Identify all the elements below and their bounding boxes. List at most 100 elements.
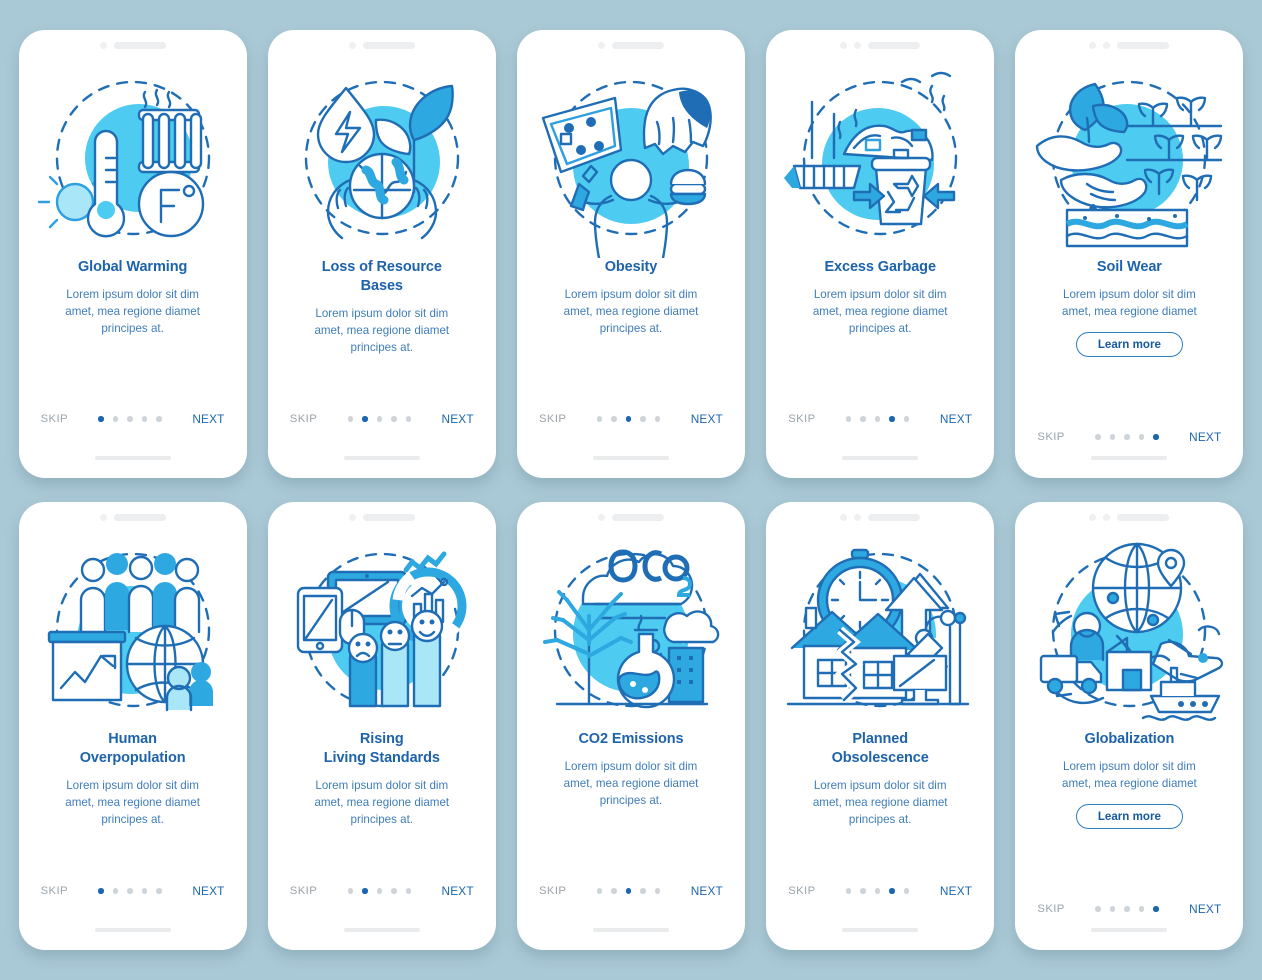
pagination-dot[interactable]	[127, 888, 133, 894]
pagination-dot[interactable]	[889, 888, 895, 894]
pagination-dot[interactable]	[1124, 906, 1130, 912]
onboarding-nav: SKIP NEXT	[517, 884, 745, 898]
skip-button[interactable]: SKIP	[539, 413, 566, 425]
home-indicator[interactable]	[592, 456, 669, 460]
skip-button[interactable]: SKIP	[290, 413, 317, 425]
next-button[interactable]: NEXT	[442, 884, 474, 898]
pagination-dot[interactable]	[127, 416, 133, 422]
next-button[interactable]: NEXT	[691, 412, 723, 426]
onboarding-nav: SKIP NEXT	[268, 412, 496, 426]
pagination-dot[interactable]	[640, 888, 646, 894]
next-button[interactable]: NEXT	[1189, 902, 1221, 916]
skip-button[interactable]: SKIP	[41, 413, 68, 425]
pagination-dot[interactable]	[860, 416, 866, 422]
home-indicator[interactable]	[94, 928, 171, 932]
phone-card-soil-wear: Soil Wear Lorem ipsum dolor sit dim amet…	[1015, 30, 1244, 478]
screen-title: Globalization	[1084, 731, 1175, 747]
pagination-dot[interactable]	[1124, 434, 1130, 440]
skip-button[interactable]: SKIP	[788, 413, 815, 425]
home-indicator[interactable]	[343, 928, 420, 932]
skip-button[interactable]: SKIP	[41, 885, 68, 897]
pagination-dot[interactable]	[347, 888, 354, 894]
broom-trash-recycle-icon	[782, 62, 978, 258]
next-button[interactable]: NEXT	[442, 412, 474, 426]
pagination-dot[interactable]	[112, 888, 119, 894]
pagination-dot[interactable]	[903, 416, 910, 422]
skip-button[interactable]: SKIP	[788, 885, 815, 897]
pagination-dot[interactable]	[391, 416, 397, 422]
home-indicator[interactable]	[592, 928, 669, 932]
pagination-dot[interactable]	[654, 888, 661, 894]
onboarding-screen-slot: Global Warming Lorem ipsum dolor sit dim…	[8, 18, 257, 490]
next-button[interactable]: NEXT	[940, 884, 972, 898]
pagination-dot[interactable]	[1095, 906, 1101, 912]
pagination-dot[interactable]	[141, 888, 148, 894]
home-indicator[interactable]	[842, 456, 919, 460]
next-button[interactable]: NEXT	[691, 884, 723, 898]
pagination-dot[interactable]	[625, 888, 632, 894]
clock-house-monitor-icon	[782, 534, 978, 730]
pagination-dot[interactable]	[889, 416, 895, 422]
next-button[interactable]: NEXT	[1189, 430, 1221, 444]
pagination-dot[interactable]	[1109, 906, 1116, 912]
pagination-dot[interactable]	[376, 416, 383, 422]
learn-more-button[interactable]: Learn more	[1075, 331, 1183, 358]
pagination-dots	[347, 416, 412, 422]
pagination-dot[interactable]	[611, 888, 617, 894]
pagination-dot[interactable]	[98, 416, 104, 422]
pagination-dot[interactable]	[405, 416, 412, 422]
screen-description: Lorem ipsum dolor sit dim amet, mea regi…	[65, 288, 200, 335]
pagination-dot[interactable]	[1095, 434, 1101, 440]
pagination-dot[interactable]	[860, 888, 866, 894]
screen-description: Lorem ipsum dolor sit dim amet, mea regi…	[1062, 760, 1197, 790]
home-indicator[interactable]	[1091, 928, 1168, 932]
pagination-dot[interactable]	[1153, 906, 1159, 912]
pagination-dot[interactable]	[112, 416, 119, 422]
pagination-dot[interactable]	[156, 888, 162, 894]
pagination-dot[interactable]	[1138, 434, 1145, 440]
pagination-dot[interactable]	[845, 888, 852, 894]
next-button[interactable]: NEXT	[940, 412, 972, 426]
pagination-dot[interactable]	[640, 416, 646, 422]
pagination-dot[interactable]	[1153, 434, 1159, 440]
skip-button[interactable]: SKIP	[290, 885, 317, 897]
phone-status-bar	[766, 30, 994, 60]
pagination-dot[interactable]	[362, 888, 368, 894]
pagination-dot[interactable]	[98, 888, 104, 894]
pagination-dot[interactable]	[874, 888, 881, 894]
pagination-dot[interactable]	[405, 888, 412, 894]
text-block: Rising Living Standards Lorem ipsum dolo…	[268, 730, 496, 829]
globe-truck-plane-ship-icon	[1031, 534, 1227, 730]
next-button[interactable]: NEXT	[192, 412, 224, 426]
next-button[interactable]: NEXT	[192, 884, 224, 898]
speaker-grill-icon	[362, 41, 415, 49]
pagination-dot[interactable]	[596, 416, 603, 422]
pagination-dot[interactable]	[391, 888, 397, 894]
skip-button[interactable]: SKIP	[1037, 903, 1064, 915]
pagination-dot[interactable]	[1138, 906, 1145, 912]
home-indicator[interactable]	[94, 456, 171, 460]
pagination-dot[interactable]	[156, 416, 162, 422]
pagination-dot[interactable]	[903, 888, 910, 894]
home-indicator[interactable]	[842, 928, 919, 932]
pagination-dot[interactable]	[874, 416, 881, 422]
pagination-dot[interactable]	[362, 416, 368, 422]
pagination-dot[interactable]	[625, 416, 632, 422]
pagination-dot[interactable]	[141, 416, 148, 422]
pagination-dot[interactable]	[845, 416, 852, 422]
onboarding-nav: SKIP NEXT	[19, 412, 247, 426]
phone-status-bar	[19, 30, 247, 60]
onboarding-nav: SKIP NEXT	[1015, 430, 1243, 444]
pagination-dot[interactable]	[596, 888, 603, 894]
home-indicator[interactable]	[343, 456, 420, 460]
pagination-dot[interactable]	[347, 416, 354, 422]
pagination-dot[interactable]	[1109, 434, 1116, 440]
pagination-dot[interactable]	[376, 888, 383, 894]
home-indicator[interactable]	[1091, 456, 1168, 460]
skip-button[interactable]: SKIP	[1037, 431, 1064, 443]
skip-button[interactable]: SKIP	[539, 885, 566, 897]
pagination-dot[interactable]	[611, 416, 617, 422]
learn-more-button[interactable]: Learn more	[1075, 803, 1183, 830]
pagination-dot[interactable]	[654, 416, 661, 422]
speaker-grill-icon	[868, 41, 921, 49]
